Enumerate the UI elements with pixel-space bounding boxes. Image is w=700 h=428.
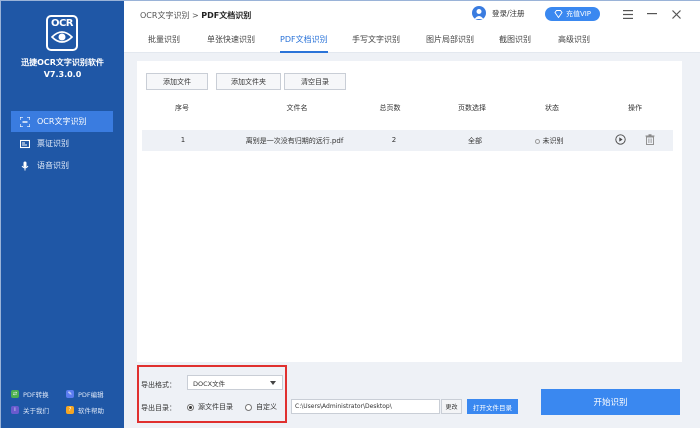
app-window: OCR 迅捷OCR文字识别软件 V7.3.0.0 OCR文字识别 票证识别 语音… (0, 0, 700, 428)
sidebar-item-label: OCR文字识别 (37, 117, 87, 126)
pdf-convert-link[interactable]: ⇄ PDF转换 (11, 389, 66, 399)
sidebar-nav: OCR文字识别 票证识别 语音识别 (11, 111, 113, 177)
footer-label: PDF转换 (23, 391, 49, 399)
tab-single[interactable]: 单张快速识别 (207, 34, 255, 53)
clear-list-button[interactable]: 清空目录 (284, 73, 346, 90)
about-link[interactable]: i 关于我们 (11, 405, 66, 415)
login-button[interactable]: 登录/注册 (472, 6, 525, 20)
footer-label: 关于我们 (23, 407, 49, 415)
vip-button[interactable]: 充值VIP (545, 7, 600, 21)
col-status: 状态 (545, 104, 559, 112)
app-version: V7.3.0.0 (43, 70, 82, 79)
about-icon: i (11, 406, 19, 414)
table-row[interactable]: 1 离别是一次没有归期的远行.pdf 2 全部 未识别 (142, 130, 673, 151)
close-icon[interactable] (670, 8, 682, 20)
col-page-select: 页数选择 (458, 104, 486, 112)
vip-label: 充值VIP (565, 10, 592, 18)
footer-label: PDF编辑 (78, 391, 104, 399)
pdf-edit-icon: ✎ (66, 390, 74, 398)
help-link[interactable]: ? 软件帮助 (66, 405, 121, 415)
file-list-panel: 添加文件 添加文件夹 清空目录 序号 文件名 总页数 页数选择 状态 操作 1 … (137, 61, 682, 362)
add-file-button[interactable]: 添加文件 (146, 73, 208, 90)
export-settings-highlight (137, 365, 287, 423)
radio-source-dir[interactable]: 源文件目录 (187, 402, 233, 412)
start-recognition-button[interactable]: 开始识别 (541, 389, 680, 415)
tab-handwriting[interactable]: 手写文字识别 (352, 34, 400, 53)
cell-index: 1 (180, 136, 186, 144)
trash-icon[interactable] (644, 134, 656, 147)
diamond-icon (554, 10, 563, 18)
sidebar-item-ticket[interactable]: 票证识别 (11, 133, 113, 154)
col-filename: 文件名 (286, 104, 308, 112)
logo-text: OCR (50, 18, 74, 29)
cell-status: 未识别 (524, 136, 574, 146)
chevron-down-icon (270, 381, 276, 385)
sidebar-footer: ⇄ PDF转换 ✎ PDF编辑 i 关于我们 ? 软件帮助 (11, 386, 121, 418)
play-icon[interactable] (614, 134, 626, 147)
breadcrumb-current: PDF文档识别 (201, 11, 252, 20)
status-text: 未识别 (542, 137, 564, 145)
breadcrumb-root[interactable]: OCR文字识别 (140, 11, 189, 20)
ocr-scan-icon (20, 116, 30, 127)
cell-page-select[interactable]: 全部 (460, 136, 490, 146)
radio-unchecked-icon (245, 403, 252, 411)
tab-pdf[interactable]: PDF文档识别 (280, 34, 328, 53)
login-label: 登录/注册 (492, 8, 525, 18)
user-avatar-icon (472, 6, 486, 20)
radio-custom-dir[interactable]: 自定义 (245, 402, 277, 412)
footer-label: 软件帮助 (78, 407, 104, 415)
sidebar-item-label: 语音识别 (37, 161, 69, 170)
card-icon (20, 139, 30, 148)
sidebar-item-label: 票证识别 (37, 139, 69, 148)
radio-checked-icon (187, 403, 194, 411)
menu-icon[interactable] (622, 8, 634, 20)
cell-filename: 离别是一次没有归期的远行.pdf (245, 137, 344, 145)
col-action: 操作 (628, 104, 642, 112)
status-circle-icon (534, 138, 540, 144)
tab-advanced[interactable]: 高级识别 (558, 34, 590, 53)
tab-batch[interactable]: 批量识别 (148, 34, 180, 53)
export-path-input[interactable]: C:\Users\Administrator\Desktop\ (291, 399, 440, 414)
tab-screenshot[interactable]: 截图识别 (499, 34, 531, 53)
change-dir-button[interactable]: 更改 (441, 399, 462, 414)
pdf-convert-icon: ⇄ (11, 390, 19, 398)
open-folder-button[interactable]: 打开文件目录 (467, 399, 518, 414)
export-dir-label: 导出目录： (141, 404, 176, 412)
microphone-icon (21, 161, 29, 170)
app-name: 迅捷OCR文字识别软件 (21, 58, 104, 67)
breadcrumb: OCR文字识别 > PDF文档识别 (140, 10, 251, 21)
pdf-edit-link[interactable]: ✎ PDF编辑 (66, 389, 121, 399)
minimize-icon[interactable] (646, 8, 658, 20)
radio-source-label: 源文件目录 (198, 403, 233, 411)
title-bar: OCR文字识别 > PDF文档识别 登录/注册 充值VIP (124, 1, 700, 29)
radio-custom-label: 自定义 (256, 403, 277, 411)
export-format-select[interactable]: DOCX文件 (187, 375, 283, 390)
col-pages: 总页数 (379, 104, 401, 112)
table-header: 序号 文件名 总页数 页数选择 状态 操作 (137, 103, 682, 117)
app-logo: OCR (46, 15, 78, 51)
cell-pages: 2 (391, 136, 397, 144)
eye-icon (51, 31, 73, 43)
sidebar-item-ocr[interactable]: OCR文字识别 (11, 111, 113, 132)
col-index: 序号 (175, 104, 189, 112)
breadcrumb-separator: > (192, 11, 199, 20)
sidebar-item-voice[interactable]: 语音识别 (11, 155, 113, 176)
help-icon: ? (66, 406, 74, 414)
sidebar: OCR 迅捷OCR文字识别软件 V7.3.0.0 OCR文字识别 票证识别 语音… (1, 1, 124, 428)
export-format-label: 导出格式： (141, 381, 176, 389)
export-format-value: DOCX文件 (193, 379, 226, 388)
tab-bar: 批量识别 单张快速识别 PDF文档识别 手写文字识别 图片局部识别 截图识别 高… (124, 29, 700, 53)
add-folder-button[interactable]: 添加文件夹 (216, 73, 281, 90)
tab-image-partial[interactable]: 图片局部识别 (426, 34, 474, 53)
